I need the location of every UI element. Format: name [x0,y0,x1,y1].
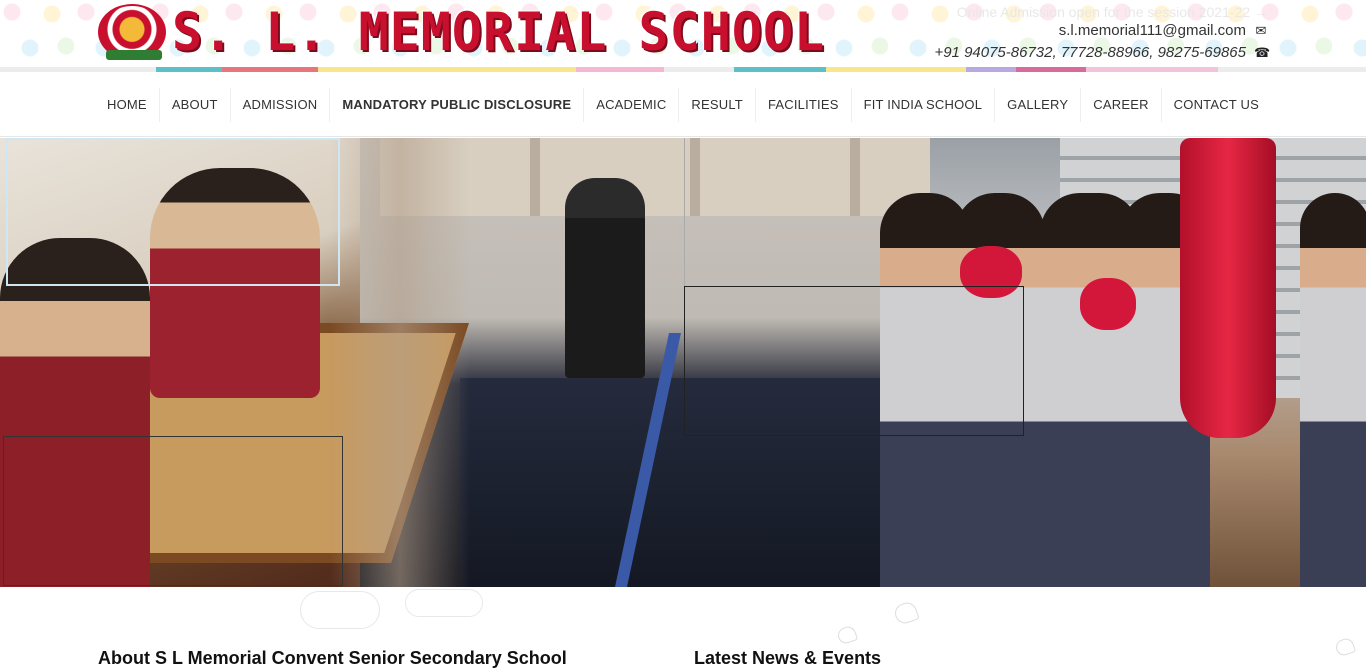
admission-marquee[interactable]: Online Admission open for the session 20… [934,4,1268,20]
coach-figure [565,178,645,378]
phone-icon: ☎ [1254,45,1271,60]
nav-item-gallery[interactable]: GALLERY [995,87,1082,122]
heart-decoration [892,599,920,627]
nav-item-mandatory-public-disclosure[interactable]: MANDATORY PUBLIC DISCLOSURE [330,87,585,122]
collage-frame [684,286,1024,436]
crest-ribbon [106,50,162,60]
boxer-figure [1300,193,1366,587]
image-blend [330,138,470,587]
school-name: S. L. MEMORIAL SCHOOL [172,1,826,63]
cloud-decoration [405,589,483,617]
boxing-glove-icon [1080,278,1136,330]
logo-link[interactable]: S. L. MEMORIAL SCHOOL [98,1,826,63]
envelope-icon: ✉ [1255,23,1267,38]
email-link[interactable]: s.l.memorial111@gmail.com [1059,22,1246,39]
collage-frame [3,436,343,586]
punching-bag [1180,138,1276,438]
nav-item-academic[interactable]: ACADEMIC [584,87,680,122]
nav-item-career[interactable]: CAREER [1081,87,1162,122]
main-nav: HOME ABOUT ADMISSION MANDATORY PUBLIC DI… [0,72,1366,137]
collage-frame [6,138,340,286]
nav-item-contact-us[interactable]: CONTACT US [1162,88,1271,122]
cloud-decoration [300,591,380,629]
header-bar: S. L. MEMORIAL SCHOOL Online Admission o… [0,0,1366,68]
phone-numbers: +91 94075-86732, 77728-88966, 98275-6986… [934,44,1246,61]
about-section-title: About S L Memorial Convent Senior Second… [98,648,567,668]
content-area [0,587,1366,658]
hero-slider[interactable] [0,138,1366,587]
news-section-title: Latest News & Events [694,648,882,668]
heart-decoration [835,624,859,646]
collage-frame [684,138,1024,286]
heart-decoration [1333,636,1357,658]
email-line: s.l.memorial111@gmail.com ✉ [934,20,1268,42]
phone-line: +91 94075-86732, 77728-88966, 98275-6986… [934,42,1271,64]
nav-list: HOME ABOUT ADMISSION MANDATORY PUBLIC DI… [0,72,1366,137]
nav-item-about[interactable]: ABOUT [160,87,231,122]
nav-item-facilities[interactable]: FACILITIES [756,87,852,122]
nav-item-fit-india-school[interactable]: FIT INDIA SCHOOL [852,87,996,122]
nav-item-home[interactable]: HOME [95,87,160,122]
school-crest-icon [98,4,166,60]
nav-item-admission[interactable]: ADMISSION [231,87,331,122]
contact-info: Online Admission open for the session 20… [934,4,1271,64]
nav-item-result[interactable]: RESULT [679,87,756,122]
